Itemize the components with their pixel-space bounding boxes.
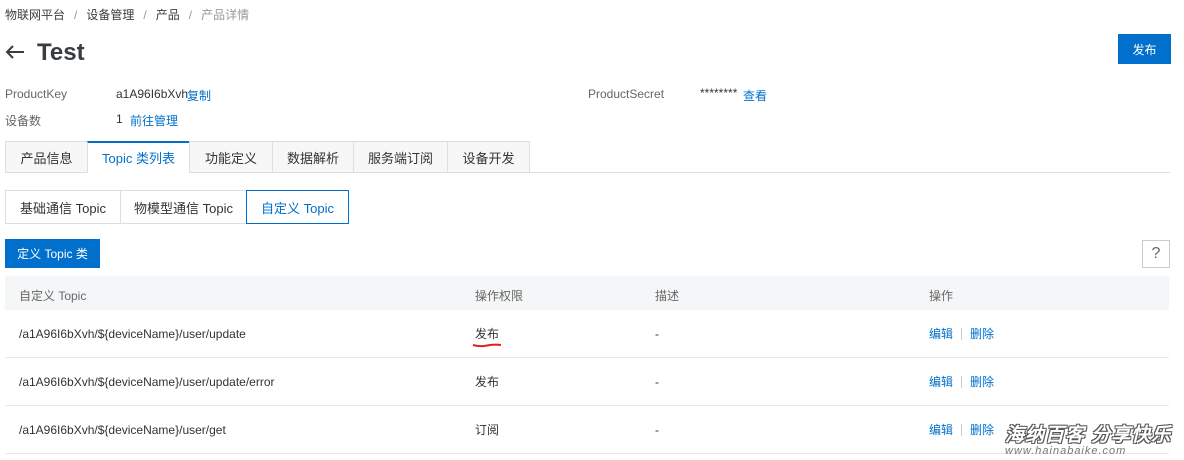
publish-button[interactable]: 发布 [1118,34,1171,64]
define-topic-button[interactable]: 定义 Topic 类 [5,239,100,268]
action-divider [961,375,963,388]
subtab-model-topic[interactable]: 物模型通信 Topic [120,190,246,224]
topic-name: /a1A96I6bXvh/${deviceName}/user/update/e… [19,374,275,389]
tab-device-development[interactable]: 设备开发 [447,141,530,173]
watermark-text: 海纳百客 分享快乐 [1005,425,1172,446]
edit-link[interactable]: 编辑 [929,325,953,342]
topic-description: - [655,374,659,389]
action-divider [961,327,963,340]
breadcrumb-item-device-management[interactable]: 设备管理 [86,8,134,22]
table-row: /a1A96I6bXvh/${deviceName}/user/get 订阅 -… [5,406,1169,454]
edit-link[interactable]: 编辑 [929,373,953,390]
delete-link[interactable]: 删除 [970,325,994,342]
row-actions: 编辑 删除 [929,421,994,438]
action-divider [961,423,963,436]
table-row: /a1A96I6bXvh/${deviceName}/user/update/e… [5,358,1169,406]
page-header: Test [5,38,85,68]
table-row: /a1A96I6bXvh/${deviceName}/user/update 发… [5,310,1169,358]
red-underline-annotation [472,343,502,348]
arrow-left-icon[interactable] [5,38,27,68]
row-actions: 编辑 删除 [929,373,994,390]
device-count-label: 设备数 [5,114,42,128]
breadcrumb-item-product[interactable]: 产品 [156,8,180,22]
page-title: Test [37,39,85,66]
subtab-custom-topic[interactable]: 自定义 Topic [246,190,349,224]
column-header-permission: 操作权限 [475,289,524,303]
row-actions: 编辑 删除 [929,325,994,342]
breadcrumb-item-iot-platform[interactable]: 物联网平台 [5,8,65,22]
breadcrumb-separator: / [143,8,147,22]
topic-subtabs: 基础通信 Topic 物模型通信 Topic 自定义 Topic [5,190,349,224]
subtab-basic-topic[interactable]: 基础通信 Topic [5,190,120,224]
topic-description: - [655,422,659,437]
breadcrumb-item-product-detail: 产品详情 [201,8,250,22]
product-secret-label: ProductSecret [588,87,665,101]
tab-server-subscription[interactable]: 服务端订阅 [353,141,447,173]
tab-product-info[interactable]: 产品信息 [5,141,87,173]
tab-function-definition[interactable]: 功能定义 [189,141,272,173]
help-button[interactable]: ? [1142,240,1170,268]
table-header: 自定义 Topic 操作权限 描述 操作 [5,276,1169,310]
column-header-description: 描述 [655,289,680,303]
column-header-actions: 操作 [929,289,954,303]
edit-link[interactable]: 编辑 [929,421,953,438]
tab-topic-list[interactable]: Topic 类列表 [87,141,189,173]
device-count-value: 1 [116,112,123,126]
delete-link[interactable]: 删除 [970,421,994,438]
tab-data-parsing[interactable]: 数据解析 [272,141,353,173]
manage-devices-link[interactable]: 前往管理 [130,112,178,129]
topic-table: 自定义 Topic 操作权限 描述 操作 /a1A96I6bXvh/${devi… [5,276,1169,454]
view-secret-link[interactable]: 查看 [743,87,767,104]
breadcrumb-separator: / [188,8,193,22]
product-key-value: a1A96I6bXvh [116,87,189,101]
topic-permission: 发布 [475,327,500,341]
breadcrumb: 物联网平台 / 设备管理 / 产品 / 产品详情 [5,6,249,23]
topic-description: - [655,326,659,341]
watermark: 海纳百客 分享快乐 www.hainabaike.com [1005,420,1180,458]
product-key-label: ProductKey [5,87,68,101]
topic-permission: 发布 [475,375,500,389]
topic-name: /a1A96I6bXvh/${deviceName}/user/update [19,326,246,341]
product-secret-value: ******** [700,86,738,100]
topic-permission: 订阅 [475,423,500,437]
product-tabs: 产品信息 Topic 类列表 功能定义 数据解析 服务端订阅 设备开发 [5,141,530,173]
column-header-topic: 自定义 Topic [19,289,87,303]
copy-link[interactable]: 复制 [187,87,211,104]
breadcrumb-separator: / [74,8,78,22]
delete-link[interactable]: 删除 [970,373,994,390]
topic-name: /a1A96I6bXvh/${deviceName}/user/get [19,422,226,437]
